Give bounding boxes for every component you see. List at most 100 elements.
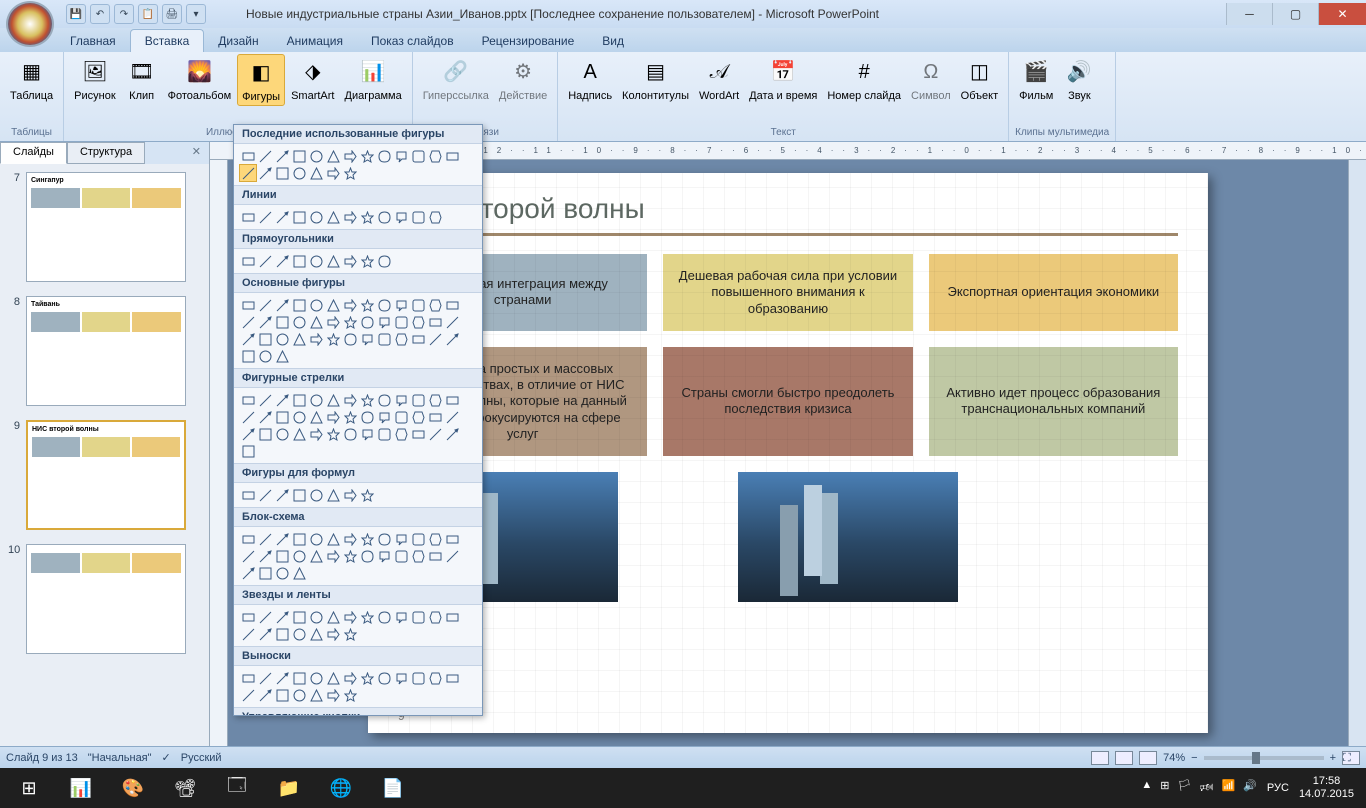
shape-item[interactable] xyxy=(359,609,375,625)
tray-clock[interactable]: 17:58 14.07.2015 xyxy=(1299,775,1354,801)
shape-item[interactable] xyxy=(240,626,256,642)
ribbon-button-звук[interactable]: 🔊Звук xyxy=(1059,54,1099,104)
slide-image-2[interactable] xyxy=(738,472,958,602)
shape-item[interactable] xyxy=(325,626,341,642)
shape-item[interactable] xyxy=(240,443,256,459)
shape-item[interactable] xyxy=(376,670,392,686)
shape-item[interactable] xyxy=(257,209,273,225)
thumbnails[interactable]: 7Сингапур8Тайвань9НИС второй волны10 xyxy=(0,164,209,746)
shape-item[interactable] xyxy=(376,392,392,408)
taskbar-app[interactable]: 📊 xyxy=(56,770,106,806)
card-2[interactable]: Дешевая рабочая сила при условии повышен… xyxy=(663,254,912,331)
shape-item[interactable] xyxy=(308,297,324,313)
shape-item[interactable] xyxy=(359,487,375,503)
shape-item[interactable] xyxy=(393,670,409,686)
shape-item[interactable] xyxy=(257,148,273,164)
ribbon-button-фотоальбом[interactable]: 🌄Фотоальбом xyxy=(164,54,236,104)
shape-item[interactable] xyxy=(240,209,256,225)
shape-item[interactable] xyxy=(308,487,324,503)
slide-thumbnail[interactable]: Сингапур xyxy=(26,172,186,282)
shape-item[interactable] xyxy=(257,314,273,330)
shape-item[interactable] xyxy=(274,331,290,347)
shape-item[interactable] xyxy=(410,392,426,408)
shape-item[interactable] xyxy=(291,687,307,703)
shape-item[interactable] xyxy=(325,314,341,330)
tray-icon[interactable]: ⊞ xyxy=(1160,779,1169,798)
shape-item[interactable] xyxy=(240,609,256,625)
shape-item[interactable] xyxy=(291,426,307,442)
taskbar-app[interactable]: 🗔 xyxy=(212,770,262,806)
shape-item[interactable] xyxy=(257,253,273,269)
shape-item[interactable] xyxy=(342,331,358,347)
ribbon-button-smartart[interactable]: ⬗SmartArt xyxy=(287,54,338,104)
qat-more[interactable]: ▾ xyxy=(186,4,206,24)
shape-item[interactable] xyxy=(291,487,307,503)
shape-item[interactable] xyxy=(257,626,273,642)
shape-item[interactable] xyxy=(257,297,273,313)
shape-item[interactable] xyxy=(257,609,273,625)
shape-item[interactable] xyxy=(376,331,392,347)
shape-item[interactable] xyxy=(308,209,324,225)
ribbon-button-надпись[interactable]: AНадпись xyxy=(564,54,616,104)
shape-item[interactable] xyxy=(257,531,273,547)
shape-item[interactable] xyxy=(325,687,341,703)
shape-item[interactable] xyxy=(410,314,426,330)
shape-item[interactable] xyxy=(427,209,443,225)
shape-item[interactable] xyxy=(376,297,392,313)
shape-item[interactable] xyxy=(240,314,256,330)
shape-item[interactable] xyxy=(291,253,307,269)
ribbon-button-дата и время[interactable]: 📅Дата и время xyxy=(745,54,821,104)
card-5[interactable]: Страны смогли быстро преодолеть последст… xyxy=(663,347,912,456)
tray-icon[interactable]: 🏳 xyxy=(1177,779,1191,798)
ribbon-button-рисунок[interactable]: 🖼Рисунок xyxy=(70,54,120,104)
shape-item[interactable] xyxy=(240,687,256,703)
shape-item[interactable] xyxy=(308,626,324,642)
shape-item[interactable] xyxy=(274,348,290,364)
qat-print[interactable]: 🖨 xyxy=(162,4,182,24)
shape-item[interactable] xyxy=(325,165,341,181)
shape-item[interactable] xyxy=(291,314,307,330)
shape-item[interactable] xyxy=(444,670,460,686)
ribbon-button-фильм[interactable]: 🎬Фильм xyxy=(1015,54,1057,104)
shape-item[interactable] xyxy=(308,426,324,442)
tab-design[interactable]: Дизайн xyxy=(204,30,272,52)
shape-item[interactable] xyxy=(240,548,256,564)
tray-icon[interactable]: ▲ xyxy=(1141,779,1152,798)
shape-item[interactable] xyxy=(444,609,460,625)
shape-item[interactable] xyxy=(444,426,460,442)
shape-item[interactable] xyxy=(393,392,409,408)
shape-item[interactable] xyxy=(325,297,341,313)
tab-insert[interactable]: Вставка xyxy=(130,29,205,52)
tab-view[interactable]: Вид xyxy=(588,30,638,52)
shape-item[interactable] xyxy=(410,209,426,225)
shape-item[interactable] xyxy=(342,487,358,503)
shape-item[interactable] xyxy=(291,165,307,181)
shape-item[interactable] xyxy=(342,609,358,625)
shape-item[interactable] xyxy=(393,331,409,347)
shape-item[interactable] xyxy=(376,426,392,442)
shape-item[interactable] xyxy=(291,392,307,408)
shape-item[interactable] xyxy=(291,331,307,347)
shape-item[interactable] xyxy=(359,548,375,564)
shape-item[interactable] xyxy=(240,392,256,408)
shape-item[interactable] xyxy=(308,165,324,181)
shape-item[interactable] xyxy=(291,609,307,625)
ribbon-button-диаграмма[interactable]: 📊Диаграмма xyxy=(341,54,406,104)
shape-item[interactable] xyxy=(240,148,256,164)
shape-item[interactable] xyxy=(359,426,375,442)
shape-item[interactable] xyxy=(342,209,358,225)
shape-item[interactable] xyxy=(359,314,375,330)
spellcheck-icon[interactable]: ✓ xyxy=(162,751,171,764)
tab-animation[interactable]: Анимация xyxy=(273,30,357,52)
shape-item[interactable] xyxy=(325,548,341,564)
shape-item[interactable] xyxy=(274,487,290,503)
view-sorter[interactable] xyxy=(1115,751,1133,765)
shape-item[interactable] xyxy=(342,426,358,442)
view-slideshow[interactable] xyxy=(1139,751,1157,765)
taskbar-app[interactable]: 📄 xyxy=(368,770,418,806)
shape-item[interactable] xyxy=(427,531,443,547)
shape-item[interactable] xyxy=(376,148,392,164)
taskbar-app[interactable]: 🌐 xyxy=(316,770,366,806)
vertical-scrollbar[interactable] xyxy=(1348,160,1366,746)
shape-item[interactable] xyxy=(427,314,443,330)
